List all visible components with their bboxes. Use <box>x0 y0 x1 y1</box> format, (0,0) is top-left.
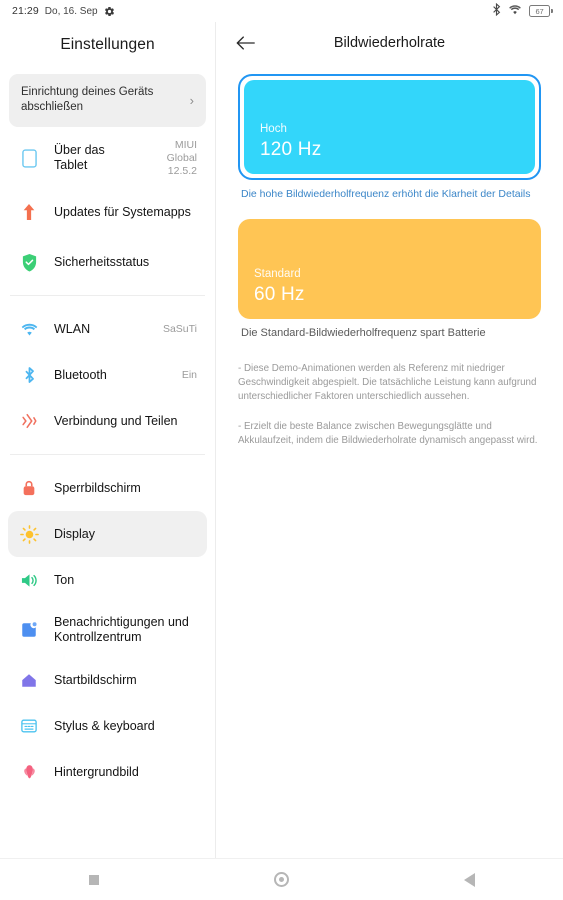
bluetooth-icon <box>18 364 40 386</box>
page-title: Einstellungen <box>60 36 155 53</box>
setup-device-label: Einrichtung deines Geräts abschließen <box>21 86 154 113</box>
tablet-icon <box>18 147 40 169</box>
option-name: Hoch <box>260 123 287 135</box>
system-update-icon <box>18 201 40 223</box>
sidebar-item-homescreen[interactable]: Startbildschirm <box>8 657 207 703</box>
back-arrow-icon[interactable] <box>236 22 256 64</box>
wifi-icon <box>18 318 40 340</box>
status-bar-right: 67 <box>492 2 553 19</box>
sidebar-label: Über das Tablet <box>54 143 105 172</box>
back-triangle-icon <box>463 872 475 887</box>
battery-level: 67 <box>535 6 544 16</box>
settings-sidebar: Einstellungen Einrichtung deines Geräts … <box>0 22 216 858</box>
sun-icon <box>18 523 40 545</box>
content-title: Bildwiederholrate <box>333 35 446 51</box>
content-header: Bildwiederholrate <box>216 22 563 64</box>
notification-icon <box>18 619 40 641</box>
recents-button[interactable] <box>66 859 122 900</box>
home-circle-icon <box>273 872 289 887</box>
sidebar-item-security-status[interactable]: Sicherheitsstatus <box>8 239 207 285</box>
option-hz: 120 Hz <box>260 139 322 160</box>
sidebar-group-connectivity: WLAN SaSuTi Bluetooth Ein Verbindung und… <box>0 302 215 448</box>
sidebar-label: Updates für Systemapps <box>54 204 191 219</box>
connection-share-icon <box>18 410 40 432</box>
sidebar-item-wlan[interactable]: WLAN SaSuTi <box>8 306 207 352</box>
refresh-rate-panel: Bildwiederholrate Hoch 120 Hz Die hohe B… <box>216 22 563 858</box>
sidebar-item-lockscreen[interactable]: Sperrbildschirm <box>8 465 207 511</box>
sidebar-divider <box>10 295 205 296</box>
sidebar-item-display[interactable]: Display <box>8 511 207 557</box>
sidebar-item-stylus-keyboard[interactable]: Stylus & keyboard <box>8 703 207 749</box>
wifi-icon <box>508 4 522 18</box>
option-description-high: Die hohe Bildwiederholfrequenz erhöht di… <box>241 188 531 200</box>
sidebar-label: Bluetooth <box>54 367 107 382</box>
card-spacer <box>238 201 541 219</box>
bluetooth-icon <box>492 2 501 19</box>
sidebar-label: Hintergrundbild <box>54 764 139 779</box>
sidebar-item-wallpaper[interactable]: Hintergrundbild <box>8 749 207 795</box>
sidebar-item-notifications[interactable]: Benachrichtigungen und Kontrollzentrum <box>8 603 207 657</box>
refresh-rate-option-high[interactable]: Hoch 120 Hz <box>238 74 541 180</box>
status-date: Do, 16. Sep <box>44 5 98 17</box>
status-time: 21:29 <box>12 5 39 17</box>
option-hz: 60 Hz <box>254 284 305 305</box>
footnotes: - Diese Demo-Animationen werden als Refe… <box>216 340 563 448</box>
shield-check-icon <box>18 251 40 273</box>
status-bar-left: 21:29 Do, 16. Sep <box>12 5 115 17</box>
sidebar-label: Ton <box>54 572 75 587</box>
sidebar-item-connection-share[interactable]: Verbindung und Teilen <box>8 398 207 444</box>
navigation-bar <box>0 858 563 900</box>
chevron-right-icon: › <box>189 92 194 108</box>
speaker-icon <box>18 569 40 591</box>
setup-device-card[interactable]: Einrichtung deines Geräts abschließen › <box>9 74 206 127</box>
sidebar-group-device: Über das Tablet MIUI Global 12.5.2 Updat… <box>0 127 215 289</box>
sidebar-value: MIUI Global 12.5.2 <box>166 138 197 177</box>
sidebar-label: Benachrichtigungen und Kontrollzentrum <box>54 615 189 644</box>
back-button[interactable] <box>441 859 497 900</box>
refresh-rate-option-standard[interactable]: Standard 60 Hz <box>238 219 541 319</box>
home-button[interactable] <box>253 859 309 900</box>
sidebar-item-sound[interactable]: Ton <box>8 557 207 603</box>
refresh-rate-options: Hoch 120 Hz Die hohe Bildwiederholfreque… <box>216 64 563 340</box>
sidebar-label: Verbindung und Teilen <box>54 413 178 428</box>
sidebar-item-bluetooth[interactable]: Bluetooth Ein <box>8 352 207 398</box>
sidebar-group-system: Sperrbildschirm Display Ton Benachrichti… <box>0 461 215 799</box>
refresh-rate-card-standard: Standard 60 Hz <box>238 219 541 319</box>
sidebar-divider <box>10 454 205 455</box>
sidebar-value: SaSuTi <box>162 322 197 335</box>
sidebar-value: Ein <box>181 368 197 381</box>
option-name: Standard <box>254 268 301 280</box>
battery-icon: 67 <box>529 5 553 17</box>
sidebar-label: Display <box>54 526 95 541</box>
sidebar-label: Stylus & keyboard <box>54 718 155 733</box>
wallpaper-icon <box>18 761 40 783</box>
tablet-screen: 21:29 Do, 16. Sep 67 Einstellungen Einri… <box>0 0 563 900</box>
footnote-balance: - Erzielt die beste Balance zwischen Bew… <box>238 421 538 446</box>
gear-icon[interactable] <box>104 6 115 17</box>
sidebar-label: Startbildschirm <box>54 672 137 687</box>
recents-square-icon <box>88 874 99 885</box>
footnote-demo-animation: - Diese Demo-Animationen werden als Refe… <box>238 363 537 402</box>
status-bar: 21:29 Do, 16. Sep 67 <box>0 0 563 22</box>
sidebar-item-about-tablet[interactable]: Über das Tablet MIUI Global 12.5.2 <box>8 131 207 185</box>
lock-icon <box>18 477 40 499</box>
main-body: Einstellungen Einrichtung deines Geräts … <box>0 22 563 858</box>
home-icon <box>18 669 40 691</box>
sidebar-label: Sicherheitsstatus <box>54 254 150 269</box>
option-description-standard: Die Standard-Bildwiederholfrequenz spart… <box>241 327 486 339</box>
keyboard-icon <box>18 715 40 737</box>
sidebar-item-system-updates[interactable]: Updates für Systemapps <box>8 185 207 239</box>
refresh-rate-card-high: Hoch 120 Hz <box>244 80 535 174</box>
sidebar-label: Sperrbildschirm <box>54 480 141 495</box>
sidebar-label: WLAN <box>54 321 91 336</box>
